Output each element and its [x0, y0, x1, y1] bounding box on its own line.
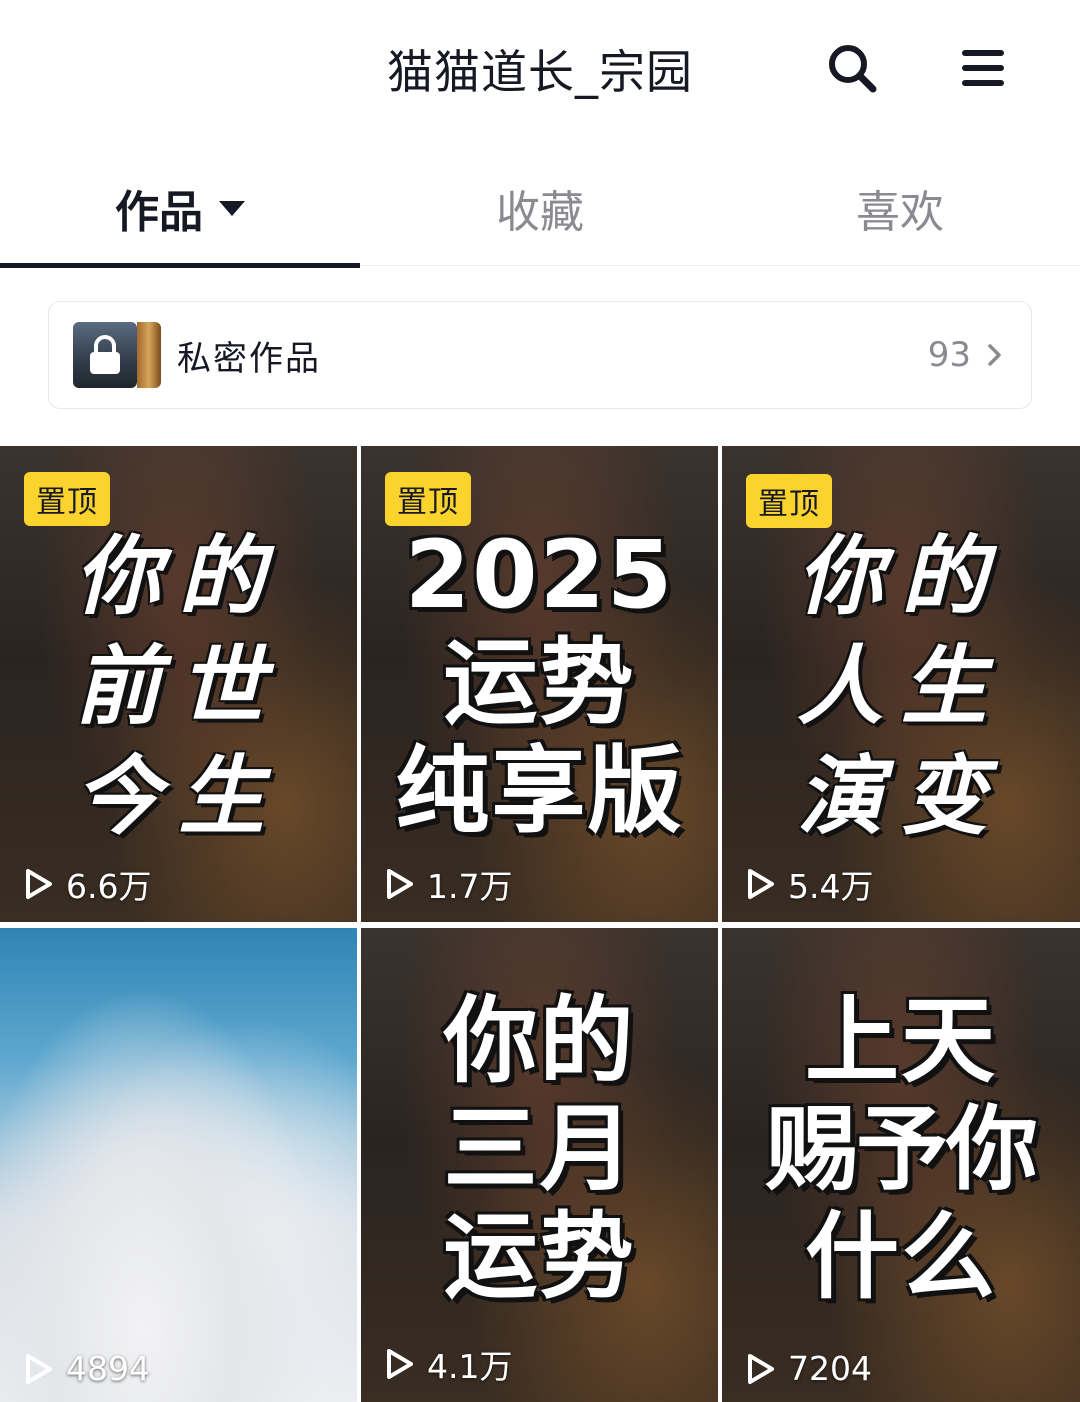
play-icon	[26, 1353, 52, 1384]
view-count: 1.7万	[381, 860, 512, 908]
pinned-badge: 置顶	[746, 474, 832, 528]
private-works-label: 私密作品	[177, 338, 321, 379]
cover-title: 你的 人生 演变	[797, 526, 1005, 847]
tab-likes-label: 喜欢	[856, 187, 944, 238]
profile-username: 猫猫道长_宗园	[387, 45, 693, 99]
hamburger-menu-icon	[962, 50, 1004, 86]
video-tile[interactable]: 置顶 你的 前世 今生 6.6万	[0, 446, 357, 922]
private-works-thumbnail	[73, 322, 161, 388]
search-icon	[829, 45, 877, 93]
cover-title: 2025 运势 纯享版	[395, 521, 684, 846]
video-tile[interactable]: 置顶 2025 运势 纯享版 1.7万	[361, 446, 718, 922]
caret-down-icon	[219, 200, 245, 216]
video-tile[interactable]: 4894	[0, 928, 357, 1402]
lock-icon	[90, 335, 120, 374]
active-tab-indicator	[0, 263, 360, 268]
cover-title: 上天 赐予你 什么	[765, 987, 1038, 1312]
tab-likes[interactable]: 喜欢	[720, 150, 1080, 266]
pinned-badge: 置顶	[24, 472, 110, 526]
video-tile[interactable]: 你的 三月 运势 4.1万	[361, 928, 718, 1402]
view-count: 4894	[20, 1349, 150, 1388]
play-icon	[26, 869, 52, 899]
view-count: 7204	[742, 1349, 872, 1388]
cover-title: 你的 前世 今生	[74, 526, 283, 847]
private-works-count: 93	[927, 335, 971, 375]
view-count: 5.4万	[742, 860, 873, 908]
video-tile[interactable]: 置顶 你的 人生 演变 5.4万	[722, 446, 1080, 922]
cover-title: 你的 三月 运势	[443, 987, 636, 1312]
tab-works[interactable]: 作品	[0, 150, 360, 268]
private-works-entry[interactable]: 私密作品 93	[48, 301, 1032, 409]
play-icon	[387, 1349, 413, 1379]
tab-collections-label: 收藏	[496, 187, 584, 238]
menu-button[interactable]	[953, 38, 1013, 98]
play-icon	[387, 869, 413, 899]
view-count: 6.6万	[20, 860, 151, 908]
play-icon	[748, 1353, 774, 1384]
top-bar: 猫猫道长_宗园	[0, 0, 1080, 140]
search-button[interactable]	[822, 38, 882, 98]
tab-works-label: 作品	[115, 187, 203, 238]
video-tile[interactable]: 上天 赐予你 什么 7204	[722, 928, 1080, 1402]
chevron-right-icon	[988, 344, 1001, 366]
tab-collections[interactable]: 收藏	[360, 150, 720, 266]
profile-tabs: 作品 收藏 喜欢	[0, 150, 1080, 268]
video-grid: 置顶 你的 前世 今生 6.6万 置顶 2025 运势 纯享版 1.7万 置顶	[0, 446, 1080, 1402]
play-icon	[748, 869, 774, 899]
view-count: 4.1万	[381, 1340, 512, 1388]
pinned-badge: 置顶	[385, 472, 471, 526]
